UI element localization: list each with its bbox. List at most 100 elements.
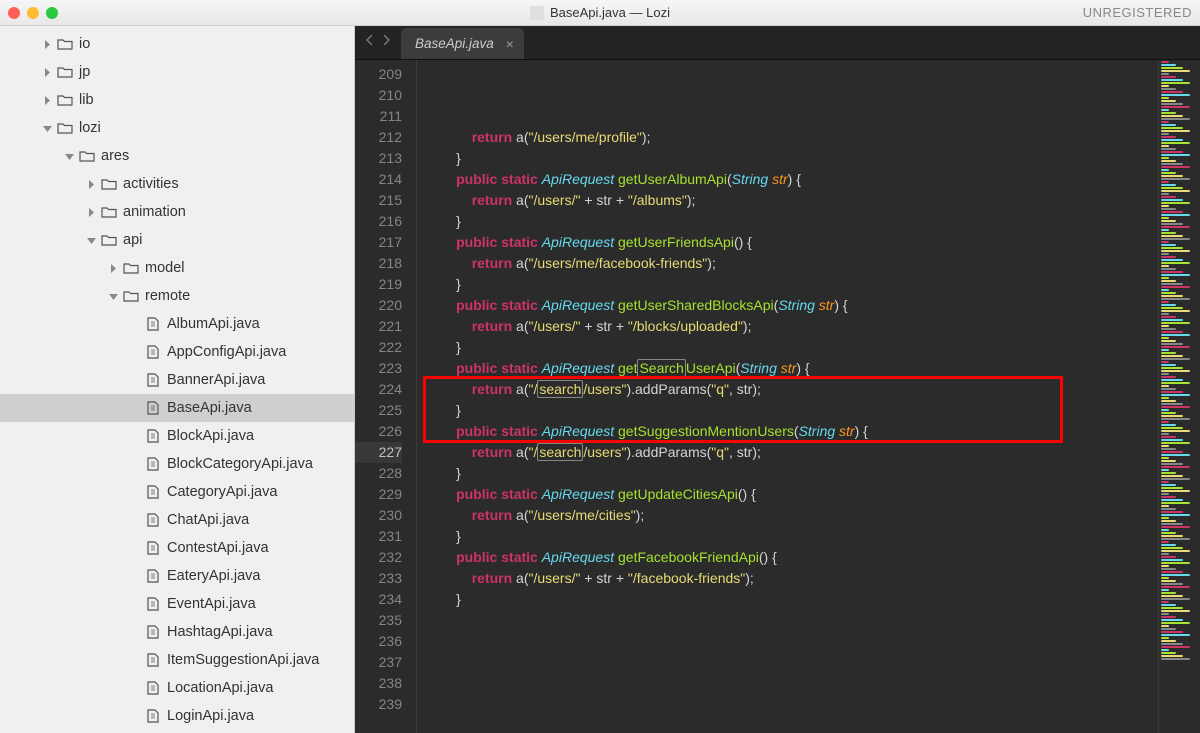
tree-file-hashtagapi-java[interactable]: HashtagApi.java (0, 618, 354, 646)
code-line[interactable]: } (425, 274, 1158, 295)
code-line[interactable]: return a("/search/users").addParams("q",… (425, 442, 1158, 463)
code-line[interactable]: return a("/users/" + str + "/facebook-fr… (425, 568, 1158, 589)
code-line[interactable]: } (425, 463, 1158, 484)
folder-icon (57, 121, 73, 135)
tree-folder-remote[interactable]: remote (0, 282, 354, 310)
unregistered-label: UNREGISTERED (1083, 5, 1192, 20)
nav-forward-icon[interactable] (382, 33, 391, 51)
window-close-button[interactable] (8, 7, 20, 19)
tree-folder-lib[interactable]: lib (0, 86, 354, 114)
tree-folder-lozi[interactable]: lozi (0, 114, 354, 142)
disclosure-triangle-icon[interactable] (108, 263, 119, 274)
tree-file-baseapi-java[interactable]: BaseApi.java (0, 394, 354, 422)
java-file-icon (145, 597, 161, 611)
tree-folder-jp[interactable]: jp (0, 58, 354, 86)
disclosure-triangle-icon[interactable] (42, 67, 53, 78)
tab-label: BaseApi.java (415, 36, 494, 51)
folder-icon (101, 177, 117, 191)
code-line[interactable]: return a("/users/" + str + "/albums"); (425, 190, 1158, 211)
line-number-gutter: 2092102112122132142152162172182192202212… (355, 60, 417, 733)
java-file-icon (145, 625, 161, 639)
tree-file-categoryapi-java[interactable]: CategoryApi.java (0, 478, 354, 506)
code-line[interactable]: public static ApiRequest getUserSharedBl… (425, 295, 1158, 316)
minimap[interactable] (1158, 60, 1200, 733)
tree-item-label: ItemSuggestionApi.java (167, 652, 319, 668)
tree-item-label: BlockApi.java (167, 428, 254, 444)
nav-back-icon[interactable] (365, 33, 374, 51)
java-file-icon (145, 457, 161, 471)
sidebar: io jp lib loziares activities animation apimod… (0, 26, 355, 733)
tree-item-label: io (79, 36, 90, 52)
java-file-icon (145, 429, 161, 443)
tree-item-label: lib (79, 92, 94, 108)
tree-file-contestapi-java[interactable]: ContestApi.java (0, 534, 354, 562)
window-maximize-button[interactable] (46, 7, 58, 19)
code-line[interactable]: return a("/users/me/cities"); (425, 505, 1158, 526)
code-line[interactable]: public static ApiRequest getUserAlbumApi… (425, 169, 1158, 190)
tree-item-label: CategoryApi.java (167, 484, 277, 500)
tree-item-label: activities (123, 176, 179, 192)
window-title: BaseApi.java — Lozi (530, 5, 670, 20)
code-editor[interactable]: 2092102112122132142152162172182192202212… (355, 60, 1200, 733)
disclosure-triangle-icon[interactable] (42, 39, 53, 50)
tree-file-albumapi-java[interactable]: AlbumApi.java (0, 310, 354, 338)
tree-item-label: EateryApi.java (167, 568, 261, 584)
code-content[interactable]: return a("/users/me/profile"); } public … (417, 60, 1158, 733)
tree-file-locationapi-java[interactable]: LocationApi.java (0, 674, 354, 702)
tree-file-eventapi-java[interactable]: EventApi.java (0, 590, 354, 618)
tree-file-chatapi-java[interactable]: ChatApi.java (0, 506, 354, 534)
tree-file-blockapi-java[interactable]: BlockApi.java (0, 422, 354, 450)
folder-icon (123, 289, 139, 303)
java-file-icon (145, 541, 161, 555)
code-line[interactable]: } (425, 589, 1158, 610)
code-line[interactable]: } (425, 211, 1158, 232)
disclosure-triangle-icon[interactable] (86, 235, 97, 246)
tree-file-appconfigapi-java[interactable]: AppConfigApi.java (0, 338, 354, 366)
disclosure-triangle-icon[interactable] (42, 95, 53, 106)
tree-folder-activities[interactable]: activities (0, 170, 354, 198)
code-line[interactable]: } (425, 337, 1158, 358)
tree-folder-model[interactable]: model (0, 254, 354, 282)
code-line[interactable]: public static ApiRequest getSuggestionMe… (425, 421, 1158, 442)
tab-baseapi[interactable]: BaseApi.java × (401, 28, 524, 59)
code-line[interactable]: public static ApiRequest getUpdateCities… (425, 484, 1158, 505)
code-line[interactable]: public static ApiRequest getSearchUserAp… (425, 358, 1158, 379)
code-line[interactable]: return a("/search/users").addParams("q",… (425, 379, 1158, 400)
folder-icon (101, 205, 117, 219)
java-file-icon (145, 317, 161, 331)
tree-folder-api[interactable]: api (0, 226, 354, 254)
tree-folder-io[interactable]: io (0, 30, 354, 58)
disclosure-triangle-icon[interactable] (108, 291, 119, 302)
tree-item-label: LocationApi.java (167, 680, 273, 696)
folder-icon (57, 37, 73, 51)
code-line[interactable]: } (425, 148, 1158, 169)
tree-file-eateryapi-java[interactable]: EateryApi.java (0, 562, 354, 590)
disclosure-triangle-icon[interactable] (86, 179, 97, 190)
window-minimize-button[interactable] (27, 7, 39, 19)
code-line[interactable]: } (425, 526, 1158, 547)
tree-file-bannerapi-java[interactable]: BannerApi.java (0, 366, 354, 394)
tree-folder-ares[interactable]: ares (0, 142, 354, 170)
tree-item-label: AppConfigApi.java (167, 344, 286, 360)
code-line[interactable]: public static ApiRequest getFacebookFrie… (425, 547, 1158, 568)
tab-close-icon[interactable]: × (506, 36, 514, 52)
tree-file-itemsuggestionapi-java[interactable]: ItemSuggestionApi.java (0, 646, 354, 674)
java-file-icon (145, 485, 161, 499)
tree-item-label: HashtagApi.java (167, 624, 273, 640)
code-line[interactable]: public static ApiRequest getUserFriendsA… (425, 232, 1158, 253)
folder-icon (57, 93, 73, 107)
tree-file-blockcategoryapi-java[interactable]: BlockCategoryApi.java (0, 450, 354, 478)
tree-file-loginapi-java[interactable]: LoginApi.java (0, 702, 354, 730)
code-line[interactable]: return a("/users/me/facebook-friends"); (425, 253, 1158, 274)
tree-item-label: lozi (79, 120, 101, 136)
folder-icon (101, 233, 117, 247)
code-line[interactable]: return a("/users/" + str + "/blocks/uplo… (425, 316, 1158, 337)
tree-item-label: ares (101, 148, 129, 164)
tree-folder-animation[interactable]: animation (0, 198, 354, 226)
code-line[interactable]: } (425, 400, 1158, 421)
code-line[interactable]: return a("/users/me/profile"); (425, 127, 1158, 148)
disclosure-triangle-icon[interactable] (86, 207, 97, 218)
disclosure-triangle-icon[interactable] (42, 123, 53, 134)
tree-item-label: animation (123, 204, 186, 220)
disclosure-triangle-icon[interactable] (64, 151, 75, 162)
